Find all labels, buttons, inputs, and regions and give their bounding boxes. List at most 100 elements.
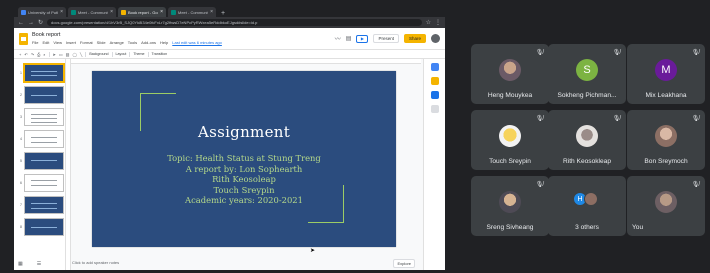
participant-tile[interactable]: 🎙︎̸ Sreng Sivheang	[471, 176, 549, 236]
last-edit-link[interactable]: Last edit was 6 minutes ago	[172, 40, 222, 45]
mic-off-icon: 🎙︎̸	[691, 182, 700, 188]
browser-tab-bar: University of Puthisastra – Co × Meet - …	[14, 5, 445, 17]
menu-view[interactable]: View	[53, 40, 62, 45]
menu-arrange[interactable]: Arrange	[110, 40, 124, 45]
zoom-icon[interactable]: ⌕	[43, 52, 45, 57]
activity-icon[interactable]: 〰	[335, 34, 341, 43]
redo-icon[interactable]: ↷	[31, 52, 34, 57]
present-button[interactable]: Present	[373, 34, 399, 43]
thumb-line	[31, 227, 57, 228]
meet-camera-icon[interactable]: ▶	[356, 34, 369, 43]
slide-thumbnail[interactable]: 7	[16, 195, 65, 215]
close-icon[interactable]: ×	[110, 9, 113, 15]
document-title[interactable]: Book report	[32, 32, 331, 38]
star-icon[interactable]: ☆	[426, 19, 431, 26]
toolbar-divider	[147, 51, 149, 57]
forward-icon[interactable]: →	[28, 20, 34, 26]
browser-tab[interactable]: Meet - Community Health ×	[168, 7, 216, 17]
calendar-icon[interactable]	[430, 63, 439, 71]
select-icon[interactable]: ➤	[53, 52, 56, 57]
theme-button[interactable]: Theme	[133, 52, 144, 56]
slide-thumbnail[interactable]: 5	[16, 151, 65, 171]
tab-favicon-icon	[21, 9, 26, 15]
tab-favicon-icon	[121, 9, 126, 15]
browser-tab[interactable]: University of Puthisastra – Co ×	[18, 7, 66, 17]
mic-off-icon: 🎙︎̸	[535, 50, 544, 56]
reload-icon[interactable]: ↻	[38, 19, 43, 26]
account-avatar[interactable]	[431, 34, 440, 43]
slides-logo-icon[interactable]	[19, 32, 28, 45]
self-tile[interactable]: 🎙︎̸ You	[627, 176, 705, 236]
menu-insert[interactable]: Insert	[66, 40, 76, 45]
menu-format[interactable]: Format	[80, 40, 93, 45]
menu-help[interactable]: Help	[160, 40, 168, 45]
shape-icon[interactable]: ◯	[72, 52, 76, 57]
tab-label: Book report - Google Slides	[128, 9, 158, 15]
add-on-icon[interactable]	[430, 105, 439, 113]
menu-tools[interactable]: Tools	[128, 40, 137, 45]
background-button[interactable]: Background	[89, 52, 108, 56]
slide-thumbnail[interactable]: 2	[16, 85, 65, 105]
textbox-icon[interactable]: ▭	[59, 52, 63, 57]
mic-off-icon: 🎙︎̸	[612, 50, 621, 56]
menu-file[interactable]: File	[32, 40, 38, 45]
close-icon[interactable]: ×	[210, 9, 213, 15]
print-icon[interactable]: ⎙	[37, 52, 40, 57]
participant-tile[interactable]: 🎙︎̸ M Mix Leakhana	[627, 44, 705, 104]
new-tab-icon[interactable]: +	[218, 10, 228, 17]
slide-thumbnail[interactable]: 4	[16, 129, 65, 149]
slide-line: Rith Keosoleap	[212, 174, 276, 184]
thumb-line	[31, 137, 57, 138]
slide-thumbnail[interactable]: 3	[16, 107, 65, 127]
layout-button[interactable]: Layout	[116, 52, 127, 56]
avatar	[499, 125, 521, 147]
grid-view-icon[interactable]: ▦	[18, 261, 23, 267]
menu-slide[interactable]: Slide	[97, 40, 106, 45]
thumb-number: 2	[20, 93, 22, 97]
filmstrip-view-icon[interactable]: ☰	[37, 261, 41, 267]
menu-dots-icon[interactable]: ⋮	[435, 19, 441, 26]
participant-tile[interactable]: 🎙︎̸ S Sokheng Pichman...	[548, 44, 626, 104]
participant-name: Sreng Sivheang	[486, 224, 534, 231]
participant-tile[interactable]: 🎙︎̸ Bon Sreymoch	[627, 110, 705, 170]
close-icon[interactable]: ×	[60, 9, 63, 15]
keep-icon[interactable]	[430, 77, 439, 85]
thumb-image	[24, 174, 64, 192]
share-button[interactable]: Share	[403, 34, 426, 43]
slide-body[interactable]: Topic: Health Status at Stung Treng A re…	[92, 153, 396, 206]
thumb-image	[24, 130, 64, 148]
participant-tile[interactable]: 🎙︎̸ Touch Sreypin	[471, 110, 549, 170]
menu-edit[interactable]: Edit	[42, 40, 49, 45]
transition-button[interactable]: Transition	[152, 52, 168, 56]
mic-off-icon: 🎙︎̸	[691, 50, 700, 56]
slide-thumbnail[interactable]: 1	[16, 63, 65, 83]
editor-workarea: 1 2 3 4 5 6 7 8 ▦ ☰ Assignment Topic: He…	[14, 59, 445, 270]
avatar	[584, 192, 598, 206]
explore-button[interactable]: Explore	[393, 259, 415, 268]
current-slide[interactable]: Assignment Topic: Health Status at Stung…	[92, 71, 396, 247]
url-input[interactable]: docs.google.com/presentation/d/1hV3rB_SJ…	[47, 19, 422, 26]
add-slide-icon[interactable]: +	[19, 52, 21, 57]
tasks-icon[interactable]	[430, 91, 439, 99]
slide-thumbnail[interactable]: 6	[16, 173, 65, 193]
comments-icon[interactable]: ▤	[346, 35, 352, 42]
menu-addons[interactable]: Add-ons	[141, 40, 156, 45]
participant-tile[interactable]: 🎙︎̸ Rith Keosokleap	[548, 110, 626, 170]
others-tile[interactable]: H 3 others	[548, 176, 626, 236]
thumb-line	[31, 71, 57, 72]
avatar: S	[576, 59, 598, 81]
line-icon[interactable]: ╲	[80, 52, 82, 57]
slide-canvas[interactable]: Assignment Topic: Health Status at Stung…	[66, 59, 445, 270]
speaker-notes[interactable]: Click to add speaker notes	[72, 260, 119, 265]
thumb-line	[31, 118, 57, 119]
back-icon[interactable]: ←	[18, 20, 24, 26]
close-icon[interactable]: ×	[160, 9, 163, 15]
participant-tile[interactable]: 🎙︎̸ Heng Mouykea	[471, 44, 549, 104]
browser-tab-active[interactable]: Book report - Google Slides ×	[118, 7, 166, 17]
browser-tab[interactable]: Meet - Community Health Sc ×	[68, 7, 116, 17]
participant-name: Bon Sreymoch	[644, 158, 688, 165]
undo-icon[interactable]: ↶	[24, 52, 27, 57]
slide-title[interactable]: Assignment	[92, 123, 396, 141]
image-icon[interactable]: ▨	[66, 52, 70, 57]
slide-thumbnail[interactable]: 8	[16, 217, 65, 237]
